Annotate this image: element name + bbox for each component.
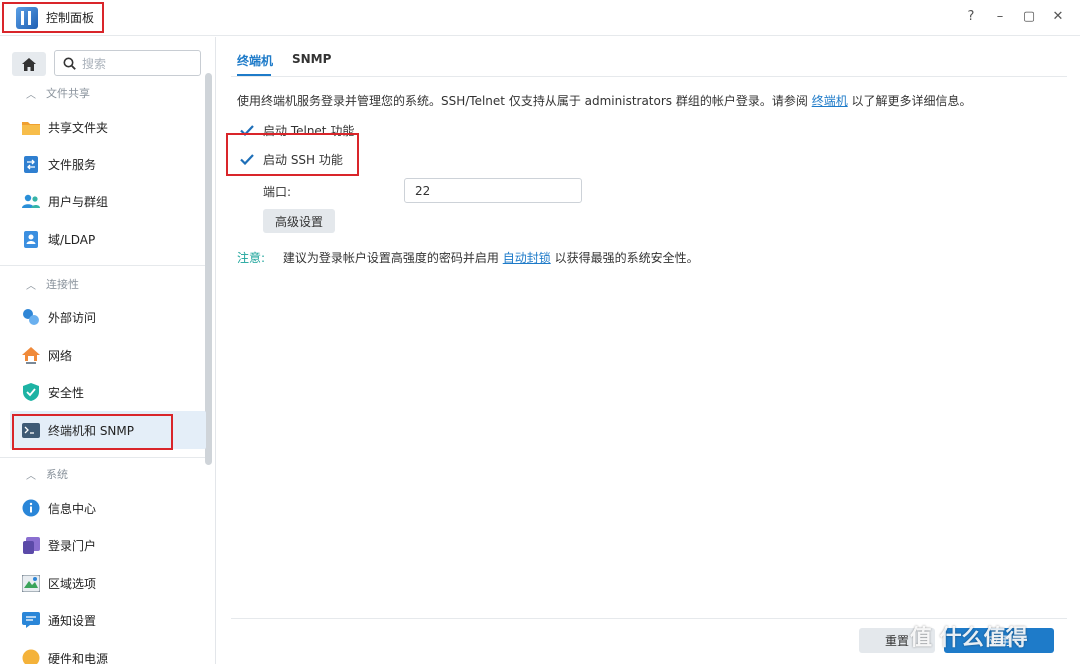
- notification-icon: [22, 611, 40, 629]
- chevron-up-icon: ︿: [26, 89, 36, 101]
- section-connectivity[interactable]: ︿ 连接性: [26, 275, 79, 293]
- sidebar-item-users-groups[interactable]: 用户与群组: [10, 182, 206, 220]
- title-bar: 控制面板 ? – ▢ ✕: [0, 0, 1080, 36]
- regional-options-icon: [22, 574, 40, 592]
- terminal-description: 使用终端机服务登录并管理您的系统。SSH/Telnet 仅支持从属于 admin…: [237, 94, 972, 108]
- active-tab-indicator: [237, 74, 271, 76]
- external-access-icon: [22, 308, 40, 326]
- info-icon: [22, 499, 40, 517]
- note-label: 注意:: [237, 251, 266, 265]
- search-input[interactable]: 搜索: [54, 50, 201, 76]
- home-button[interactable]: [12, 52, 46, 76]
- tab-bar: 终端机 SNMP: [231, 37, 1067, 77]
- sidebar-item-network[interactable]: 网络: [10, 336, 206, 374]
- sidebar-item-file-services[interactable]: 文件服务: [10, 145, 206, 183]
- shield-icon: [22, 383, 40, 401]
- sidebar-item-domain-ldap[interactable]: 域/LDAP: [10, 220, 206, 258]
- tab-snmp[interactable]: SNMP: [292, 52, 331, 66]
- folder-icon: [22, 118, 40, 136]
- watermark-logo: 值 什么值得: [910, 626, 1028, 651]
- domain-icon: [22, 230, 40, 248]
- section-system[interactable]: ︿ 系统: [26, 465, 68, 483]
- terminal-help-link[interactable]: 终端机: [812, 94, 848, 108]
- port-input[interactable]: 22: [404, 178, 582, 203]
- check-icon: [239, 152, 255, 168]
- sidebar-item-security[interactable]: 安全性: [10, 373, 206, 411]
- section-file-sharing[interactable]: ︿ 文件共享: [26, 84, 90, 102]
- login-portal-icon: [22, 536, 40, 554]
- file-services-icon: [22, 155, 40, 173]
- maximize-icon[interactable]: ▢: [1020, 9, 1038, 24]
- sidebar-scrollbar[interactable]: [205, 73, 212, 465]
- sidebar-item-hardware-power[interactable]: 硬件和电源: [10, 639, 206, 664]
- home-icon: [22, 57, 36, 71]
- users-icon: [22, 192, 40, 210]
- ssh-checkbox[interactable]: 启动 SSH 功能: [239, 151, 343, 168]
- app-title-highlight: 控制面板: [2, 2, 104, 33]
- section-divider: [0, 265, 205, 266]
- sidebar-item-login-portal[interactable]: 登录门户: [10, 526, 206, 564]
- tab-terminal[interactable]: 终端机: [237, 52, 273, 69]
- minimize-icon[interactable]: –: [991, 9, 1009, 24]
- auto-block-link[interactable]: 自动封锁: [503, 251, 551, 265]
- advanced-settings-button[interactable]: 高级设置: [263, 209, 335, 233]
- port-label: 端口:: [263, 185, 292, 199]
- close-icon[interactable]: ✕: [1049, 9, 1067, 24]
- help-icon[interactable]: ?: [962, 9, 980, 24]
- main-panel: 终端机 SNMP 使用终端机服务登录并管理您的系统。SSH/Telnet 仅支持…: [217, 37, 1080, 664]
- network-icon: [22, 346, 40, 364]
- section-divider: [0, 457, 205, 458]
- control-panel-icon: [16, 6, 38, 29]
- sidebar-item-notifications[interactable]: 通知设置: [10, 601, 206, 639]
- sidebar-item-shared-folder[interactable]: 共享文件夹: [10, 108, 206, 146]
- chevron-up-icon: ︿: [26, 470, 36, 482]
- sidebar-item-regional-options[interactable]: 区域选项: [10, 564, 206, 602]
- sidebar-item-external-access[interactable]: 外部访问: [10, 298, 206, 336]
- search-icon: [63, 57, 76, 70]
- active-item-highlight: [12, 414, 173, 450]
- sidebar: 搜索 ︿ 文件共享 共享文件夹 文件服务 用户与群组 域/LDAP ︿ 连接性 …: [0, 37, 216, 664]
- sidebar-item-info-center[interactable]: 信息中心: [10, 489, 206, 527]
- power-icon: [22, 649, 40, 664]
- footer-divider: [231, 618, 1067, 619]
- security-note: 注意: 建议为登录帐户设置高强度的密码并启用 自动封锁 以获得最强的系统安全性。: [237, 251, 699, 265]
- chevron-up-icon: ︿: [26, 280, 36, 292]
- app-title: 控制面板: [46, 11, 95, 25]
- search-placeholder: 搜索: [82, 56, 107, 71]
